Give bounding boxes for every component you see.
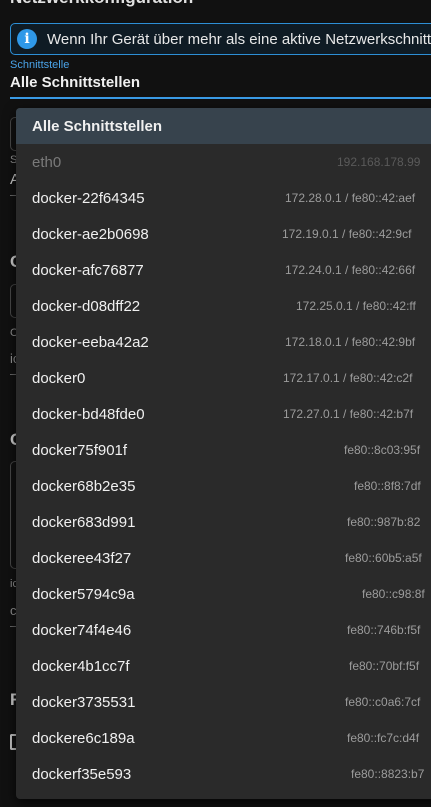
- dropdown-option-address: fe80::8f8:7df: [354, 479, 421, 493]
- dropdown-option[interactable]: docker-22f64345 172.28.0.1 / fe80::42:aef: [16, 180, 431, 216]
- dropdown-option-name: dockeree43f27: [32, 549, 132, 567]
- dropdown-option-address: fe80::c0a6:7cf: [345, 695, 421, 709]
- dropdown-option-address: fe80::987b:82: [347, 515, 421, 529]
- dropdown-option-address: fe80::8c03:95f: [344, 443, 421, 457]
- dropdown-option-address: 172.17.0.1 / fe80::42:c2f: [283, 371, 413, 385]
- dropdown-option-name: docker4b1cc7f: [32, 657, 130, 675]
- info-banner: i Wenn Ihr Gerät über mehr als eine akti…: [10, 23, 431, 55]
- interface-select[interactable]: Alle Schnittstellen: [10, 74, 140, 91]
- info-banner-text: Wenn Ihr Gerät über mehr als eine aktive…: [47, 30, 431, 48]
- dropdown-option[interactable]: dockere6c189a fe80::fc7c:d4f: [16, 720, 431, 756]
- dropdown-option-address: fe80::8823:b7: [351, 767, 425, 781]
- info-icon: i: [17, 29, 37, 49]
- dropdown-option[interactable]: dockeree43f27 fe80::60b5:a5f: [16, 540, 431, 576]
- dropdown-option-name: docker75f901f: [32, 441, 128, 459]
- dropdown-option-address: 172.24.0.1 / fe80::42:66f: [285, 263, 416, 277]
- dropdown-option[interactable]: docker-ae2b0698 172.19.0.1 / fe80::42:9cf: [16, 216, 431, 252]
- dropdown-option[interactable]: Alle Schnittstellen: [16, 108, 431, 144]
- dropdown-option-address: 192.168.178.99: [337, 155, 421, 169]
- dropdown-option[interactable]: docker4b1cc7f fe80::70bf:f5f: [16, 648, 431, 684]
- dropdown-option-address: fe80::60b5:a5f: [345, 551, 422, 565]
- dropdown-option-name: docker-bd48fde0: [32, 405, 145, 423]
- dropdown-option-name: dockerf35e593: [32, 765, 132, 783]
- dropdown-option-address: fe80::70bf:f5f: [349, 659, 420, 673]
- dropdown-option-name: docker683d991: [32, 513, 136, 531]
- dropdown-option-name: docker68b2e35: [32, 477, 136, 495]
- dropdown-option-name: dockere6c189a: [32, 729, 135, 747]
- dropdown-option-name: docker-d08dff22: [32, 297, 141, 315]
- dropdown-option[interactable]: docker74f4e46 fe80::746b:f5f: [16, 612, 431, 648]
- dropdown-option[interactable]: docker-eeba42a2 172.18.0.1 / fe80::42:9bf: [16, 324, 431, 360]
- dropdown-option-address: fe80::746b:f5f: [347, 623, 421, 637]
- dropdown-option-name: docker-22f64345: [32, 189, 145, 207]
- dropdown-option-address: 172.25.0.1 / fe80::42:ff: [296, 299, 416, 313]
- dropdown-option[interactable]: docker5794c9a fe80::c98:8f: [16, 576, 431, 612]
- dropdown-option-name: docker74f4e46: [32, 621, 132, 639]
- dropdown-option[interactable]: dockerf35e593 fe80::8823:b7: [16, 756, 431, 792]
- dropdown-option[interactable]: docker3735531 fe80::c0a6:7cf: [16, 684, 431, 720]
- dropdown-option[interactable]: docker68b2e35 fe80::8f8:7df: [16, 468, 431, 504]
- dropdown-option-address: 172.27.0.1 / fe80::42:b7f: [283, 407, 414, 421]
- dropdown-option-address: 172.28.0.1 / fe80::42:aef: [285, 191, 416, 205]
- dropdown-option-address: 172.19.0.1 / fe80::42:9cf: [282, 227, 412, 241]
- dropdown-option[interactable]: docker0 172.17.0.1 / fe80::42:c2f: [16, 360, 431, 396]
- dropdown-option-name: eth0: [32, 153, 62, 171]
- dropdown-option-name: docker-ae2b0698: [32, 225, 149, 243]
- network-config-page: Netzwerkkonfiguration i Wenn Ihr Gerät ü…: [0, 0, 431, 807]
- dropdown-option-name: docker5794c9a: [32, 585, 135, 603]
- dropdown-option[interactable]: docker75f901f fe80::8c03:95f: [16, 432, 431, 468]
- dropdown-option: eth0 192.168.178.99: [16, 144, 431, 180]
- dropdown-option[interactable]: docker-bd48fde0 172.27.0.1 / fe80::42:b7f: [16, 396, 431, 432]
- dropdown-option-name: docker-eeba42a2: [32, 333, 149, 351]
- section-title: Netzwerkkonfiguration: [10, 0, 193, 8]
- dropdown-option-address: fe80::fc7c:d4f: [347, 731, 420, 745]
- dropdown-option[interactable]: docker-d08dff22 172.25.0.1 / fe80::42:ff: [16, 288, 431, 324]
- dropdown-option-name: docker0: [32, 369, 86, 387]
- interface-select-label: Schnittstelle: [10, 59, 70, 71]
- dropdown-option[interactable]: docker-afc76877 172.24.0.1 / fe80::42:66f: [16, 252, 431, 288]
- dropdown-option-address: fe80::c98:8f: [362, 587, 425, 601]
- interface-select-underline: [10, 97, 431, 99]
- interface-dropdown-menu: Alle Schnittstellen eth0 192.168.178.99 doc…: [16, 108, 431, 799]
- dropdown-option[interactable]: docker683d991 fe80::987b:82: [16, 504, 431, 540]
- dropdown-option-name: docker-afc76877: [32, 261, 144, 279]
- dropdown-option-name: Alle Schnittstellen: [32, 117, 163, 135]
- dropdown-option-name: docker3735531: [32, 693, 136, 711]
- dropdown-option-address: 172.18.0.1 / fe80::42:9bf: [285, 335, 416, 349]
